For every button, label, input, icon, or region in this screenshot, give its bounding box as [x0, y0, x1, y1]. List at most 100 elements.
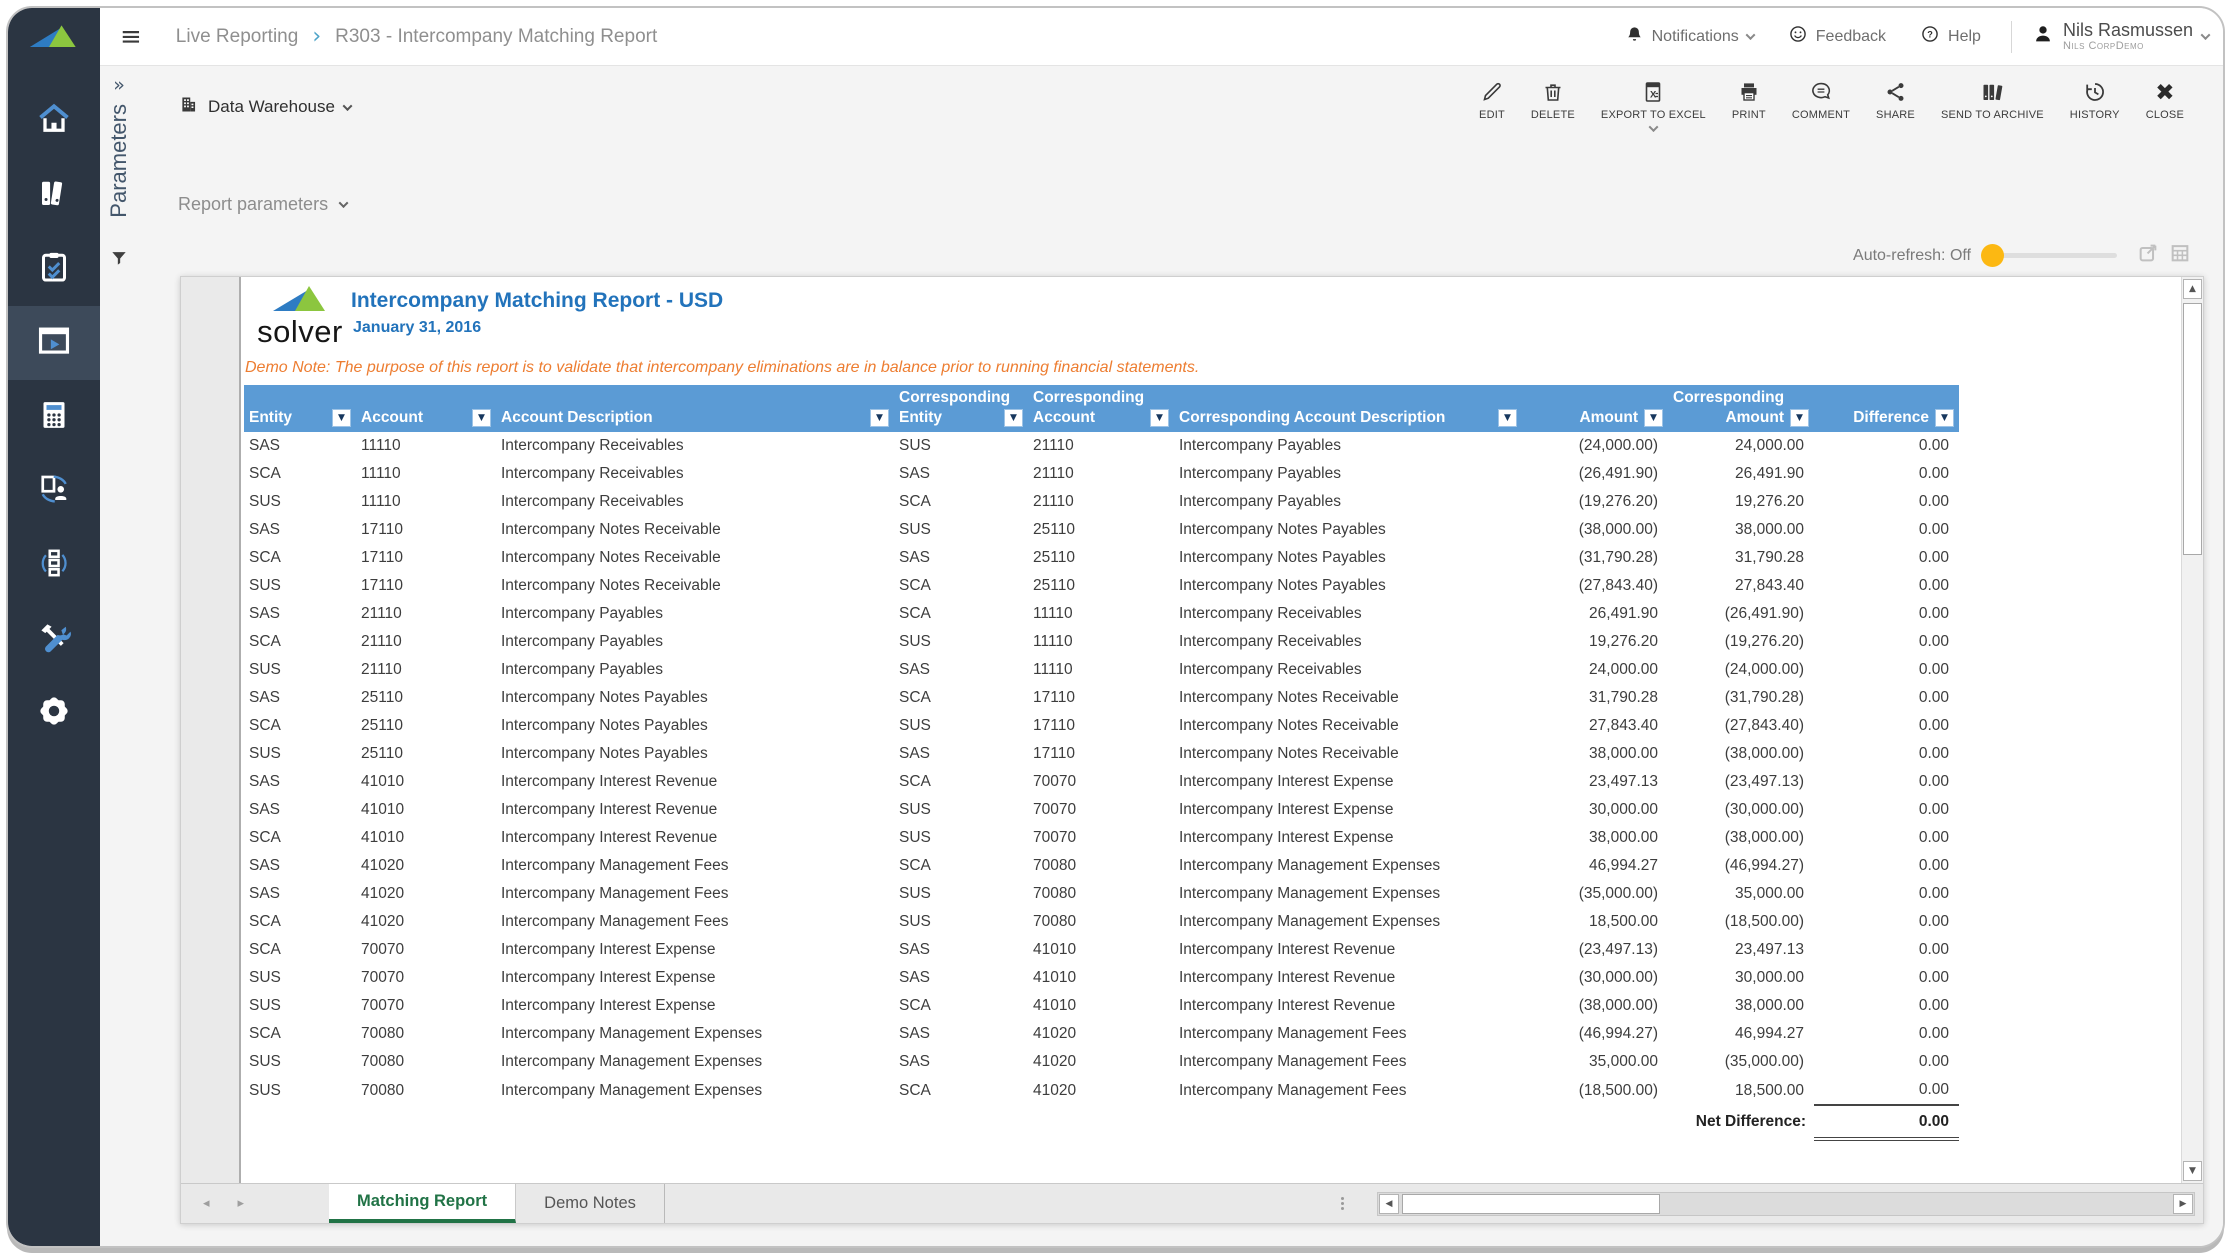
open-in-window-icon[interactable]	[2137, 242, 2159, 269]
cell: SUS	[899, 717, 931, 734]
table-row: SAS 41010 Intercompany Interest Revenue SUS…	[244, 796, 1959, 824]
slider-knob[interactable]	[1981, 244, 2004, 267]
cell: 0.00	[1918, 437, 1949, 454]
filter-dropdown-icon[interactable]: ▼	[332, 409, 351, 427]
feedback-button[interactable]: Feedback	[1778, 24, 1896, 49]
sidebar-item-tasks[interactable]	[8, 232, 100, 306]
filter-dropdown-icon[interactable]: ▼	[1790, 409, 1809, 427]
cell: (31,790.28)	[1724, 689, 1804, 706]
warehouse-building-icon	[178, 94, 199, 120]
cell: SUS	[249, 493, 281, 510]
report-parameters-toggle[interactable]: Report parameters	[178, 194, 349, 215]
sidebar-item-workflow[interactable]	[8, 528, 100, 602]
cell: Intercompany Notes Payables	[1179, 577, 1386, 594]
cell: SAS	[249, 801, 281, 818]
sidebar-item-archives[interactable]	[8, 158, 100, 232]
horizontal-scroll-thumb[interactable]	[1402, 1194, 1660, 1214]
edit-button[interactable]: EDIT	[1466, 74, 1518, 121]
cell: 18,500.00	[1735, 1081, 1804, 1099]
filter-dropdown-icon[interactable]: ▼	[870, 409, 889, 427]
bell-icon	[1625, 25, 1644, 49]
print-button[interactable]: PRINT	[1719, 74, 1779, 121]
delete-button[interactable]: DELETE	[1518, 74, 1588, 121]
tab-demo-notes[interactable]: Demo Notes	[516, 1184, 665, 1223]
cell: Intercompany Management Fees	[501, 885, 729, 902]
cell: 25110	[1033, 521, 1075, 538]
auto-refresh-slider[interactable]	[1981, 244, 2117, 267]
cell: SAS	[249, 857, 281, 874]
cell: (26,491.90)	[1724, 605, 1804, 622]
cell: Intercompany Receivables	[501, 465, 684, 482]
cell: SAS	[899, 1053, 931, 1070]
filter-dropdown-icon[interactable]: ▼	[1644, 409, 1663, 427]
cell: (24,000.00)	[1578, 437, 1658, 454]
cell: 38,000.00	[1735, 997, 1804, 1014]
cell: 25110	[361, 717, 403, 734]
scroll-right-icon[interactable]: ▶	[2173, 1194, 2193, 1214]
help-button[interactable]: ? Help	[1910, 24, 1991, 49]
cell: Intercompany Management Fees	[501, 913, 729, 930]
sidebar-item-collaboration[interactable]	[8, 454, 100, 528]
cell: SAS	[899, 969, 931, 986]
history-button[interactable]: HISTORY	[2057, 74, 2133, 121]
send-to-archive-button[interactable]: SEND TO ARCHIVE	[1928, 74, 2057, 121]
cell: SUS	[249, 577, 281, 594]
close-button[interactable]: ✖ CLOSE	[2133, 74, 2197, 122]
filter-dropdown-icon[interactable]: ▼	[1935, 409, 1954, 427]
cell: SAS	[899, 745, 931, 762]
report-header: solver Intercompany Matching Report - US…	[243, 277, 2181, 385]
cell: SAS	[899, 941, 931, 958]
cell: 41020	[361, 913, 405, 930]
notifications-label: Notifications	[1651, 27, 1739, 45]
filter-dropdown-icon[interactable]: ▼	[1150, 409, 1169, 427]
cell: Intercompany Notes Receivable	[501, 577, 721, 594]
scroll-left-icon[interactable]: ◀	[1379, 1194, 1399, 1214]
cell: 24,000.00	[1589, 661, 1658, 678]
breadcrumb-root[interactable]: Live Reporting	[176, 26, 299, 48]
data-warehouse-selector[interactable]: Data Warehouse	[178, 94, 353, 120]
vertical-scrollbar[interactable]: ▲ ▼	[2181, 277, 2203, 1183]
cell: SCA	[249, 549, 281, 566]
export-to-excel-button[interactable]: X EXPORT TO EXCEL	[1588, 74, 1719, 133]
comment-button[interactable]: COMMENT	[1779, 74, 1863, 121]
cell: Intercompany Management Fees	[1179, 1053, 1407, 1070]
cell: 70080	[361, 1053, 405, 1070]
cell: 0.00	[1918, 857, 1949, 874]
prev-sheet-icon[interactable]: ◂	[203, 1196, 210, 1211]
breadcrumb-separator-icon: ›	[312, 24, 322, 49]
filter-funnel-icon[interactable]	[109, 248, 129, 273]
sidebar-item-tools[interactable]	[8, 602, 100, 676]
filter-dropdown-icon[interactable]: ▼	[1498, 409, 1517, 427]
user-menu[interactable]: Nils Rasmussen Nils CorpDemo	[2032, 21, 2211, 52]
share-button[interactable]: SHARE	[1863, 74, 1928, 121]
tab-matching-report[interactable]: Matching Report	[329, 1184, 517, 1223]
expand-panel-icon[interactable]: »	[113, 74, 125, 96]
cell: 11110	[361, 465, 401, 482]
cell: 11110	[361, 437, 401, 454]
hamburger-menu-icon[interactable]: ≡	[120, 22, 142, 52]
filter-dropdown-icon[interactable]: ▼	[472, 409, 491, 427]
sidebar-item-settings[interactable]	[8, 676, 100, 750]
cell: 0.00	[1918, 969, 1949, 986]
cell: Intercompany Interest Expense	[1179, 829, 1394, 846]
grid-view-icon[interactable]	[2169, 242, 2191, 269]
cell: SCA	[249, 633, 281, 650]
parameters-panel-label[interactable]: Parameters	[106, 104, 132, 218]
scroll-up-icon[interactable]: ▲	[2183, 279, 2202, 299]
notifications-button[interactable]: Notifications	[1615, 25, 1764, 49]
filter-dropdown-icon[interactable]: ▼	[1004, 409, 1023, 427]
cell: 19,276.20	[1589, 633, 1658, 650]
table-row: SCA 41020 Intercompany Management Fees SUS 7…	[244, 908, 1959, 936]
cell: Intercompany Receivables	[501, 493, 684, 510]
cell: 38,000.00	[1735, 521, 1804, 538]
sidebar-item-live-reporting[interactable]	[8, 306, 100, 380]
scroll-down-icon[interactable]: ▼	[2183, 1161, 2202, 1181]
vertical-scroll-thumb[interactable]	[2183, 303, 2202, 555]
sidebar-item-home[interactable]	[8, 84, 100, 158]
horizontal-scrollbar[interactable]: ◀ ▶	[1377, 1192, 2195, 1216]
tab-drag-handle[interactable]	[1341, 1197, 1344, 1200]
sidebar-item-budgeting[interactable]	[8, 380, 100, 454]
next-sheet-icon[interactable]: ▸	[238, 1196, 245, 1211]
cell: 25110	[1033, 549, 1075, 566]
cell: (23,497.13)	[1724, 773, 1804, 790]
